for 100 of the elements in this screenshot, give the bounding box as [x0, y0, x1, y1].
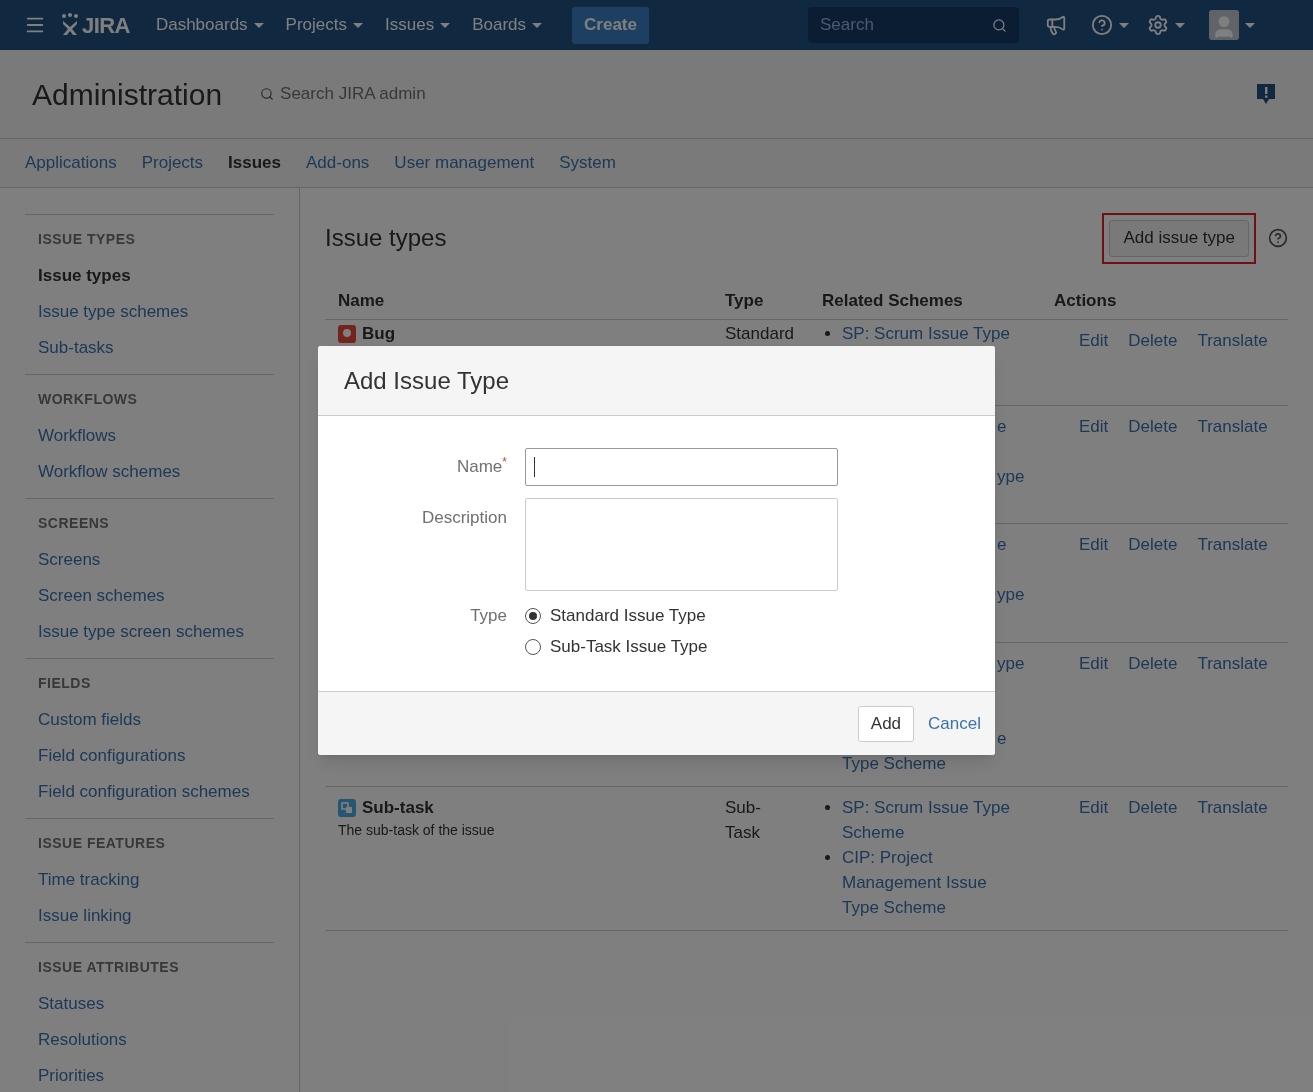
create-button[interactable]: Create — [572, 6, 649, 44]
avatar-icon[interactable] — [1208, 10, 1239, 40]
sidebar-item[interactable]: Issue types — [38, 263, 131, 289]
sidebar-item[interactable]: Resolutions — [38, 1027, 127, 1053]
nav-menu[interactable]: Boards — [472, 12, 543, 38]
nav-menu[interactable]: Dashboards — [155, 12, 264, 38]
sidebar-heading: WORKFLOWS — [37, 390, 139, 409]
column-header: Name — [337, 289, 386, 312]
admin-tab[interactable]: Applications — [25, 150, 117, 176]
scheme-link[interactable]: ype — [997, 654, 1025, 673]
sidebar-item[interactable]: Workflow schemes — [38, 459, 181, 485]
logo-text[interactable]: JIRA — [82, 8, 130, 42]
admin-tab[interactable]: Add-ons — [306, 150, 370, 176]
sidebar-item[interactable]: Sub-tasks — [38, 335, 114, 361]
radio-label: Standard Issue Type — [550, 604, 706, 627]
admin-tab[interactable]: Issues — [228, 150, 282, 176]
scheme-link[interactable]: ype — [997, 585, 1025, 604]
admin-search-field[interactable]: Search JIRA admin — [280, 81, 481, 107]
dialog-title: Add Issue Type — [344, 365, 509, 396]
action-link[interactable]: Edit — [1079, 413, 1109, 440]
sidebar-item[interactable]: Time tracking — [38, 867, 140, 893]
feedback-icon[interactable] — [1255, 82, 1277, 106]
action-link[interactable]: Delete — [1128, 327, 1178, 354]
bullet-icon — [825, 855, 830, 860]
caret-icon — [353, 22, 364, 28]
scheme-link[interactable]: e — [997, 417, 1007, 436]
sidebar-item[interactable]: Field configurations — [38, 743, 186, 769]
sidebar-heading: ISSUE TYPES — [37, 230, 137, 249]
sidebar-item[interactable]: Custom fields — [38, 707, 141, 733]
bug-icon — [338, 324, 356, 343]
search-field[interactable]: Search — [807, 7, 1019, 43]
admin-tab[interactable]: User management — [394, 150, 535, 176]
caret-icon — [253, 22, 264, 28]
caret-icon — [1174, 22, 1185, 28]
help-icon[interactable] — [1268, 228, 1288, 248]
add-issue-type-button[interactable]: Add issue type — [1109, 219, 1249, 257]
action-link[interactable]: Translate — [1197, 327, 1268, 354]
action-link[interactable]: Translate — [1197, 794, 1268, 821]
sidebar-item[interactable]: Field configuration schemes — [38, 779, 250, 805]
issue-type-name: Sub-task — [362, 796, 434, 819]
sidebar-item[interactable]: Screen schemes — [38, 583, 165, 609]
search-icon — [260, 87, 275, 101]
sidebar-item[interactable]: Issue type schemes — [38, 299, 189, 325]
bullet-icon — [825, 331, 830, 336]
action-link[interactable]: Delete — [1128, 531, 1178, 558]
required-mark: * — [502, 455, 507, 470]
scheme-link[interactable]: ype — [997, 467, 1025, 486]
sidebar-heading: SCREENS — [37, 514, 111, 533]
sidebar-item[interactable]: Workflows — [38, 423, 117, 449]
caret-icon — [1244, 22, 1255, 28]
radio-label: Sub-Task Issue Type — [550, 635, 708, 658]
sidebar-item[interactable]: Priorities — [38, 1063, 105, 1089]
action-link[interactable]: Translate — [1197, 650, 1268, 677]
description-field[interactable] — [525, 498, 838, 591]
sidebar-heading: ISSUE FEATURES — [37, 834, 167, 853]
nav-menu[interactable]: Issues — [385, 12, 451, 38]
caret-icon — [440, 22, 451, 28]
action-link[interactable]: Delete — [1128, 650, 1178, 677]
action-link[interactable]: Edit — [1079, 650, 1109, 677]
sidebar-item[interactable]: Issue linking — [38, 903, 132, 929]
name-input[interactable] — [525, 448, 838, 486]
action-link[interactable]: Edit — [1079, 327, 1109, 354]
megaphone-icon[interactable] — [1044, 14, 1067, 36]
search-icon — [991, 17, 1007, 33]
sidebar-heading: FIELDS — [37, 674, 92, 693]
action-link[interactable]: Translate — [1197, 531, 1268, 558]
sidebar-item[interactable]: Screens — [38, 547, 101, 573]
field-label: Name — [456, 457, 503, 477]
logo-icon — [60, 13, 80, 37]
admin-tab[interactable]: Projects — [141, 150, 204, 176]
type-cell-text: Standard — [725, 323, 794, 345]
add-button[interactable]: Add — [857, 705, 915, 742]
sidebar-heading: ISSUE ATTRIBUTES — [37, 958, 180, 977]
scheme-link[interactable]: e — [997, 729, 1007, 748]
action-link[interactable]: Translate — [1197, 413, 1268, 440]
nav-menu[interactable]: Projects — [285, 12, 364, 38]
scheme-link[interactable]: SP: Scrum Issue Type — [842, 321, 1022, 346]
column-header: Related Schemes — [822, 289, 964, 312]
action-link[interactable]: Delete — [1128, 413, 1178, 440]
subtask-icon — [338, 798, 356, 817]
column-header: Actions — [1054, 289, 1117, 312]
scheme-link[interactable]: e — [997, 535, 1007, 554]
cancel-link[interactable]: Cancel — [928, 710, 981, 737]
action-link[interactable]: Edit — [1079, 531, 1109, 558]
sidebar-item[interactable]: Statuses — [38, 991, 105, 1017]
action-link[interactable]: Delete — [1128, 794, 1178, 821]
issue-type-name: Bug — [362, 322, 396, 345]
scheme-link[interactable]: SP: Scrum Issue Type Scheme — [842, 795, 1022, 845]
settings-icon[interactable] — [1146, 14, 1169, 36]
action-link[interactable]: Edit — [1079, 794, 1109, 821]
scheme-link[interactable]: CIP: Project Management Issue Type Scheme — [842, 845, 1022, 920]
admin-tab[interactable]: System — [559, 150, 616, 176]
page-header-title: Administration — [32, 76, 223, 113]
issue-type-description: The sub-task of the issue — [338, 821, 496, 840]
type-cell-text: Sub-Task — [725, 797, 761, 844]
bullet-icon — [825, 805, 830, 810]
sidebar-item[interactable]: Issue type screen schemes — [38, 619, 244, 645]
scheme-link[interactable]: Type Scheme — [842, 754, 946, 773]
column-header: Type — [725, 289, 765, 312]
section-title: Issue types — [325, 223, 447, 253]
